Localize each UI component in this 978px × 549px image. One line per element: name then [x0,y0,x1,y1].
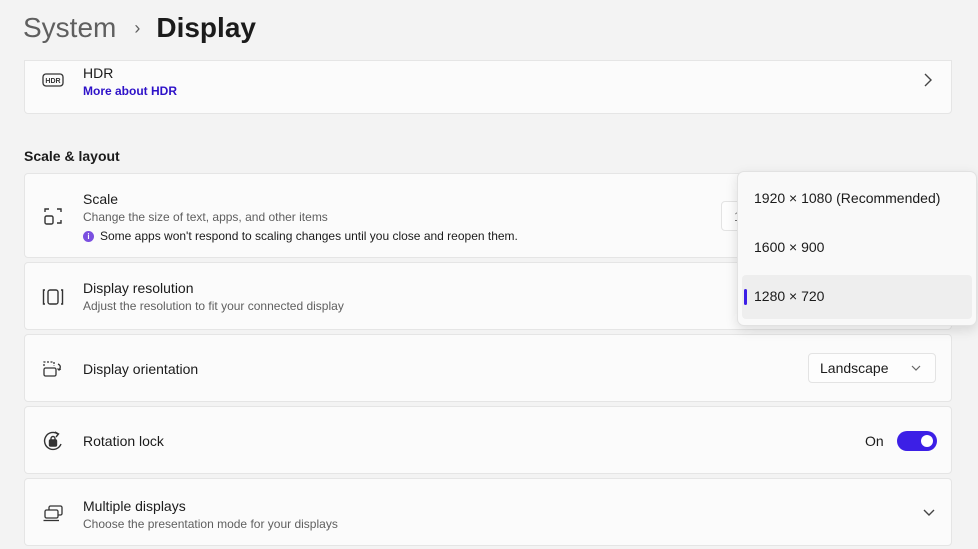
scale-title: Scale [83,191,119,207]
display-orientation-icon [42,358,64,380]
rotation-lock-icon [42,430,64,452]
chevron-down-icon[interactable] [923,509,935,517]
hdr-title: HDR [83,65,114,81]
resolution-dropdown: 1920 × 1080 (Recommended) 1600 × 900 128… [737,171,977,326]
chevron-down-icon [911,365,921,371]
display-orientation-card: Display orientation Landscape [24,334,952,402]
rotation-lock-card: Rotation lock On [24,406,952,474]
resolution-option-selected[interactable]: 1280 × 720 [742,275,972,319]
resolution-option[interactable]: 1920 × 1080 (Recommended) [742,177,972,221]
display-resolution-icon [42,286,64,308]
resolution-option[interactable]: 1600 × 900 [742,226,972,270]
page-title: Display [156,12,256,43]
scale-description: Change the size of text, apps, and other… [83,210,328,224]
toggle-knob [921,435,933,447]
scale-info-text: Some apps won't respond to scaling chang… [100,229,518,243]
multiple-displays-title: Multiple displays [83,498,186,514]
rotation-lock-title: Rotation lock [83,433,164,449]
multiple-displays-card[interactable]: Multiple displays Choose the presentatio… [24,478,952,546]
rotation-lock-toggle[interactable] [897,431,937,451]
rotation-lock-state: On [865,433,884,449]
hdr-icon: HDR [42,69,64,91]
scale-icon [42,205,64,227]
hdr-card[interactable]: HDR HDR More about HDR [24,60,952,114]
scale-info-row: i Some apps won't respond to scaling cha… [83,229,518,243]
display-orientation-title: Display orientation [83,361,199,377]
orientation-value: Landscape [820,360,889,376]
resolution-option-label: 1600 × 900 [754,239,825,255]
svg-text:HDR: HDR [45,78,60,85]
display-resolution-title: Display resolution [83,280,194,296]
breadcrumb-separator-icon: › [134,17,141,38]
resolution-option-label: 1920 × 1080 (Recommended) [754,190,941,206]
resolution-option-label: 1280 × 720 [754,288,825,304]
multiple-displays-icon [42,502,64,524]
orientation-select[interactable]: Landscape [808,353,936,383]
section-scale-layout: Scale & layout [24,148,120,164]
multiple-displays-description: Choose the presentation mode for your di… [83,517,338,531]
breadcrumb: System › Display [23,12,256,44]
chevron-right-icon [924,73,932,87]
selection-indicator [744,289,747,305]
info-icon: i [83,230,94,242]
more-about-hdr-link[interactable]: More about HDR [83,84,177,98]
display-resolution-description: Adjust the resolution to fit your connec… [83,299,344,313]
breadcrumb-system[interactable]: System [23,12,116,44]
